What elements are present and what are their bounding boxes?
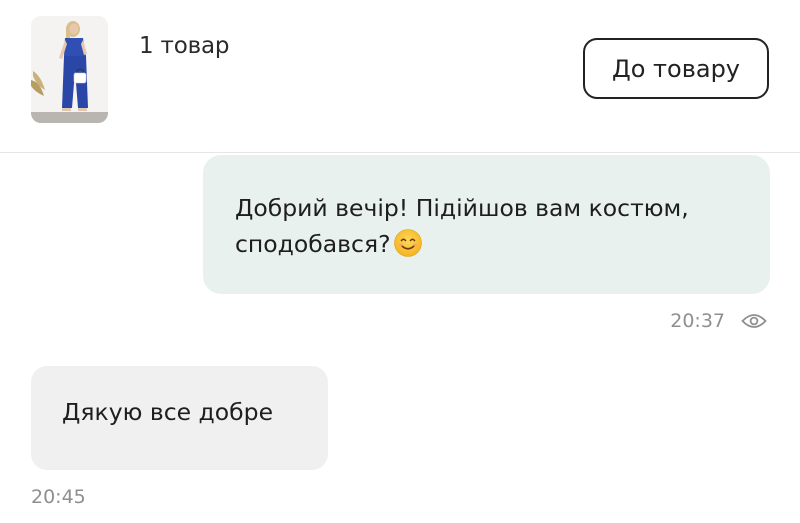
incoming-message-bubble: Дякую все добре [31, 366, 328, 470]
smiling-face-icon [393, 228, 423, 258]
product-count: 1 товар [139, 33, 230, 59]
header-divider [0, 152, 800, 153]
go-to-product-button[interactable]: До товару [583, 38, 769, 99]
message-text-line: Добрий вечір! Підійшов вам костюм, [235, 194, 689, 222]
outgoing-message-bubble: Добрий вечір! Підійшов вам костюм, сподо… [203, 155, 770, 294]
message-text-line: сподобався? [235, 226, 738, 262]
outgoing-message-meta: 20:37 [670, 310, 767, 332]
message-timestamp: 20:45 [31, 486, 86, 508]
product-header: 1 товар До товару [0, 0, 800, 152]
message-text: Дякую все добре [62, 398, 274, 426]
message-timestamp: 20:37 [670, 310, 725, 332]
message-text: сподобався? [235, 230, 391, 258]
product-thumbnail[interactable] [31, 16, 108, 123]
eye-icon [741, 312, 767, 330]
